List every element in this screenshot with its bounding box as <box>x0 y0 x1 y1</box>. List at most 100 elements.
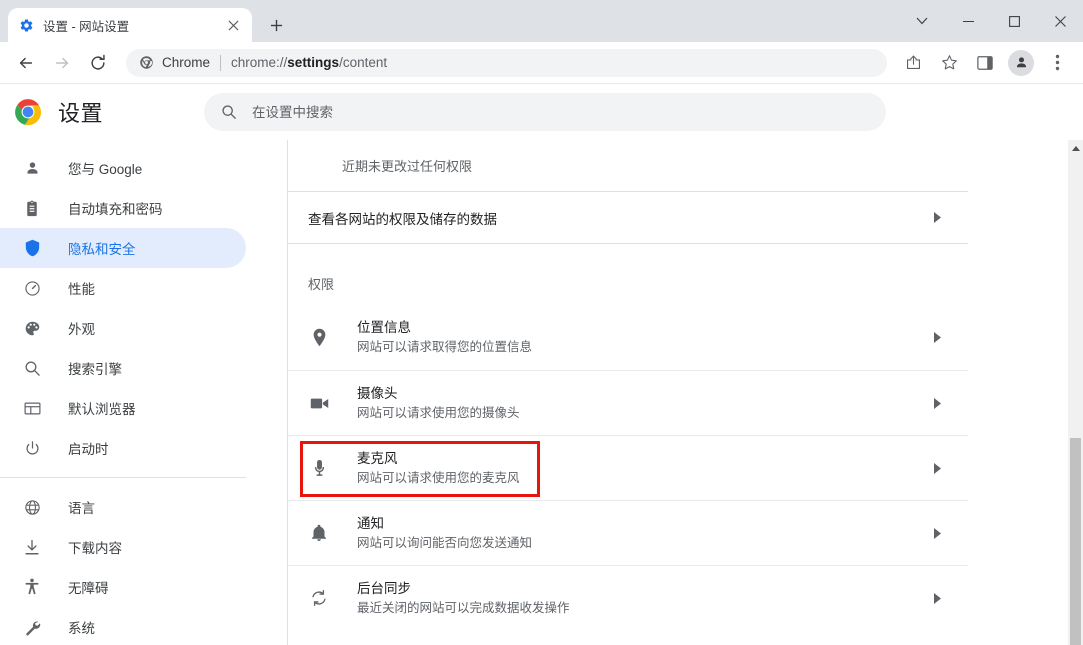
sidebar-item-label: 您与 Google <box>68 162 143 177</box>
wrench-icon <box>22 617 42 637</box>
chrome-logo-icon <box>14 98 42 126</box>
sidebar-item-search-engine[interactable]: 搜索引擎 <box>0 348 246 388</box>
sidebar-item-label: 系统 <box>68 621 95 636</box>
sync-icon <box>308 587 330 609</box>
url-prefix: chrome:// <box>231 55 288 70</box>
profile-avatar[interactable] <box>1008 49 1034 76</box>
sidebar-item-appearance[interactable]: 外观 <box>0 308 246 348</box>
gear-icon <box>18 17 34 33</box>
search-icon <box>220 103 238 121</box>
tab-search-chevron-down-icon[interactable] <box>905 5 939 37</box>
sidebar-item-performance[interactable]: 性能 <box>0 268 246 308</box>
permission-subtitle: 网站可以请求使用您的麦克风 <box>357 470 520 485</box>
permission-row-background-sync[interactable]: 后台同步 最近关闭的网站可以完成数据收发操作 <box>288 565 968 630</box>
address-bar[interactable]: Chrome chrome://settings/content <box>126 48 887 77</box>
minimize-button[interactable] <box>945 5 991 37</box>
chevron-right-icon <box>934 332 946 343</box>
permission-title: 麦克风 <box>357 450 398 466</box>
permission-title: 后台同步 <box>357 580 411 596</box>
omnibox-scheme-label: Chrome <box>162 55 211 70</box>
permission-row-microphone[interactable]: 麦克风 网站可以请求使用您的麦克风 <box>288 435 968 500</box>
permission-title: 摄像头 <box>357 385 398 401</box>
scrollbar-thumb[interactable] <box>1070 438 1081 645</box>
url-bold-segment: settings <box>287 55 340 70</box>
bookmark-star-icon[interactable] <box>934 48 964 78</box>
chevron-right-icon <box>934 592 946 604</box>
sidebar-item-accessibility[interactable]: 无障碍 <box>0 567 246 607</box>
chevron-right-icon <box>934 527 946 539</box>
toolbar-right-icons <box>895 48 1075 78</box>
new-tab-button[interactable] <box>262 11 290 39</box>
sidebar-item-on-startup[interactable]: 启动时 <box>0 428 246 468</box>
browser-toolbar: Chrome chrome://settings/content <box>0 42 1083 84</box>
browser-tab[interactable]: 设置 - 网站设置 <box>8 8 252 42</box>
speedometer-icon <box>22 278 42 298</box>
permission-title: 通知 <box>357 515 384 531</box>
permission-text: 摄像头 网站可以请求使用您的摄像头 <box>357 384 934 423</box>
sidebar-item-label: 搜索引擎 <box>68 362 122 377</box>
microphone-icon <box>308 457 330 479</box>
close-window-button[interactable] <box>1037 5 1083 37</box>
sidebar-item-languages[interactable]: 语言 <box>0 487 246 527</box>
permission-subtitle: 网站可以询问能否向您发送通知 <box>357 535 533 550</box>
search-icon <box>22 358 42 378</box>
permission-row-camera[interactable]: 摄像头 网站可以请求使用您的摄像头 <box>288 370 968 435</box>
page-title: 设置 <box>58 101 104 126</box>
clipboard-icon <box>22 198 42 218</box>
browser-window: 设置 - 网站设置 Chrome chrome://settings/conte… <box>0 0 1083 645</box>
chevron-right-icon <box>934 462 946 474</box>
settings-header: 设置 <box>0 84 1083 140</box>
window-controls <box>905 0 1083 42</box>
palette-icon <box>22 318 42 338</box>
sidebar-item-system[interactable]: 系统 <box>0 607 246 645</box>
permission-row-notifications[interactable]: 通知 网站可以询问能否向您发送通知 <box>288 500 968 565</box>
permissions-list: 位置信息 网站可以请求取得您的位置信息 摄像头 网站可以请求使用您的摄像头 麦克… <box>288 305 968 630</box>
browser-window-icon <box>22 398 42 418</box>
content-scrollbar[interactable] <box>1068 140 1083 645</box>
forward-icon[interactable] <box>47 48 77 78</box>
power-icon <box>22 438 42 458</box>
chevron-right-icon <box>934 212 946 223</box>
sidebar-item-you-and-google[interactable]: 您与 Google <box>0 148 246 188</box>
permission-text: 后台同步 最近关闭的网站可以完成数据收发操作 <box>357 579 934 618</box>
three-dot-menu-icon[interactable] <box>1042 48 1072 78</box>
chrome-logo-icon <box>138 55 154 71</box>
tab-title: 设置 - 网站设置 <box>43 19 130 34</box>
title-bar: 设置 - 网站设置 <box>0 0 1083 42</box>
omnibox-divider <box>220 54 222 71</box>
search-input[interactable] <box>252 104 871 120</box>
scrollbar-up-arrow[interactable] <box>1068 140 1083 156</box>
side-panel-icon[interactable] <box>970 48 1000 78</box>
settings-sidebar: 您与 Google 自动填充和密码 隐私和安全 性能 外观 搜索引擎 默认浏览器… <box>0 140 288 645</box>
settings-search-box[interactable] <box>204 93 887 131</box>
download-icon <box>22 537 42 557</box>
accessibility-icon <box>22 577 42 597</box>
sidebar-item-downloads[interactable]: 下载内容 <box>0 527 246 567</box>
reload-icon[interactable] <box>83 48 113 78</box>
settings-content: 近期未更改过任何权限 查看各网站的权限及储存的数据 权限 位置信息 网站可以请求… <box>288 140 1083 645</box>
sidebar-item-label: 隐私和安全 <box>68 242 136 257</box>
share-icon[interactable] <box>898 48 928 78</box>
permission-title: 位置信息 <box>357 320 411 335</box>
sidebar-item-autofill-passwords[interactable]: 自动填充和密码 <box>0 188 246 228</box>
maximize-button[interactable] <box>991 5 1037 37</box>
sidebar-item-default-browser[interactable]: 默认浏览器 <box>0 388 246 428</box>
chevron-right-icon <box>934 397 946 409</box>
all-sites-link-row[interactable]: 查看各网站的权限及储存的数据 <box>288 191 968 243</box>
all-sites-link-label: 查看各网站的权限及储存的数据 <box>308 211 497 227</box>
recent-activity-card: 近期未更改过任何权限 查看各网站的权限及储存的数据 <box>288 140 968 244</box>
permissions-section-heading: 权限 <box>308 277 335 292</box>
location-pin-icon <box>308 327 330 349</box>
sidebar-item-label: 启动时 <box>68 442 109 457</box>
sidebar-item-label: 自动填充和密码 <box>68 202 163 217</box>
url-suffix: /content <box>339 55 388 70</box>
sidebar-item-privacy-security[interactable]: 隐私和安全 <box>0 228 246 268</box>
permission-subtitle: 网站可以请求取得您的位置信息 <box>357 340 533 354</box>
globe-icon <box>22 497 42 517</box>
back-icon[interactable] <box>11 48 41 78</box>
permission-text: 位置信息 网站可以请求取得您的位置信息 <box>357 318 934 357</box>
permission-row-location[interactable]: 位置信息 网站可以请求取得您的位置信息 <box>288 305 968 370</box>
permission-subtitle: 最近关闭的网站可以完成数据收发操作 <box>357 600 570 615</box>
tab-close-icon[interactable] <box>224 16 242 34</box>
person-icon <box>22 158 42 178</box>
